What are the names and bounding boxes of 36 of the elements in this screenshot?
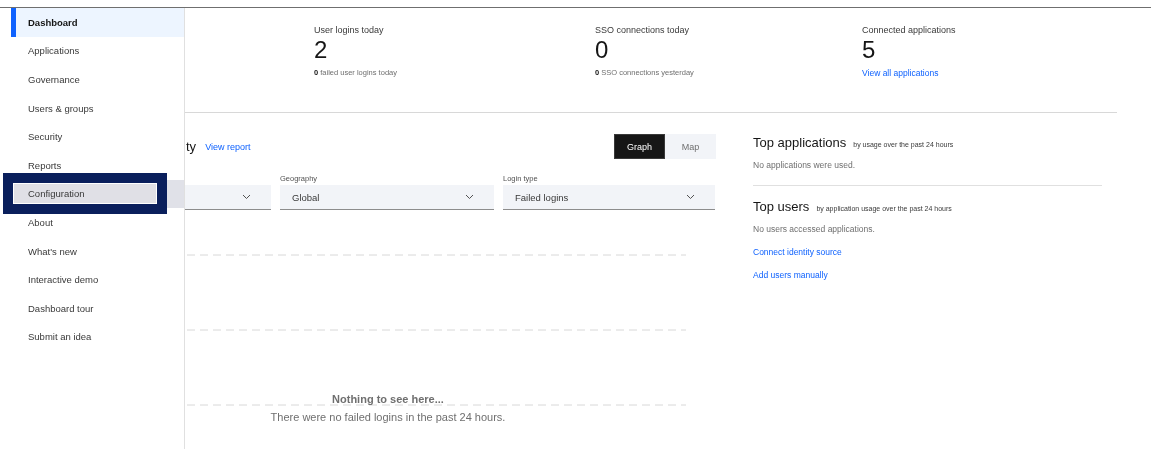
empty-message: No users accessed applications. <box>753 224 876 234</box>
action-link[interactable]: Connect identity source <box>753 247 1102 257</box>
empty-state-title: Nothing to see here... <box>331 393 445 406</box>
filter-dropdown[interactable] <box>185 185 271 210</box>
stat-label: Connected applications <box>862 25 957 36</box>
stat-label: User logins today <box>314 25 385 36</box>
sidebar-item[interactable]: Reports <box>11 150 184 180</box>
view-toggle-tab[interactable]: Graph <box>614 134 665 159</box>
panel-title: Top users <box>753 199 810 214</box>
sidebar-item[interactable]: Governance <box>11 65 184 94</box>
filter-dropdown[interactable]: Failed logins <box>503 185 715 210</box>
stat-value: 2 <box>314 36 329 64</box>
sidebar-item[interactable]: Dashboard tour <box>11 293 184 323</box>
sidebar-item[interactable]: Users & groups <box>11 93 184 123</box>
empty-message: No applications were used. <box>753 160 857 170</box>
sidebar-item[interactable]: Configuration <box>11 179 184 209</box>
sidebar-item[interactable]: Dashboard <box>11 8 184 37</box>
filter-dropdown[interactable]: Global <box>280 185 494 210</box>
empty-state-message: There were no failed logins in the past 24 hours. <box>269 411 507 424</box>
sidebar-item[interactable]: Submit an idea <box>11 322 184 352</box>
panel-title: Top applications <box>753 135 847 150</box>
stat-label: SSO connections today <box>595 25 691 36</box>
chevron-down-icon <box>242 194 251 200</box>
view-all-link[interactable]: View all applications <box>862 68 1122 78</box>
sidebar-item[interactable]: About <box>11 208 184 237</box>
chevron-down-icon <box>465 194 474 200</box>
view-report-link[interactable]: View report <box>205 141 251 152</box>
sidebar-item[interactable]: Interactive demo <box>11 265 184 294</box>
sidebar-item[interactable]: Security <box>11 122 184 151</box>
stat-value: 5 <box>862 36 877 64</box>
sidebar-item[interactable]: Applications <box>11 36 184 66</box>
action-link[interactable]: Add users manually <box>753 270 1102 280</box>
chevron-down-icon <box>686 194 695 200</box>
stat-value: 0 <box>595 36 610 64</box>
sidebar-item[interactable]: What's new <box>11 236 184 266</box>
section-title: ty <box>186 139 197 154</box>
